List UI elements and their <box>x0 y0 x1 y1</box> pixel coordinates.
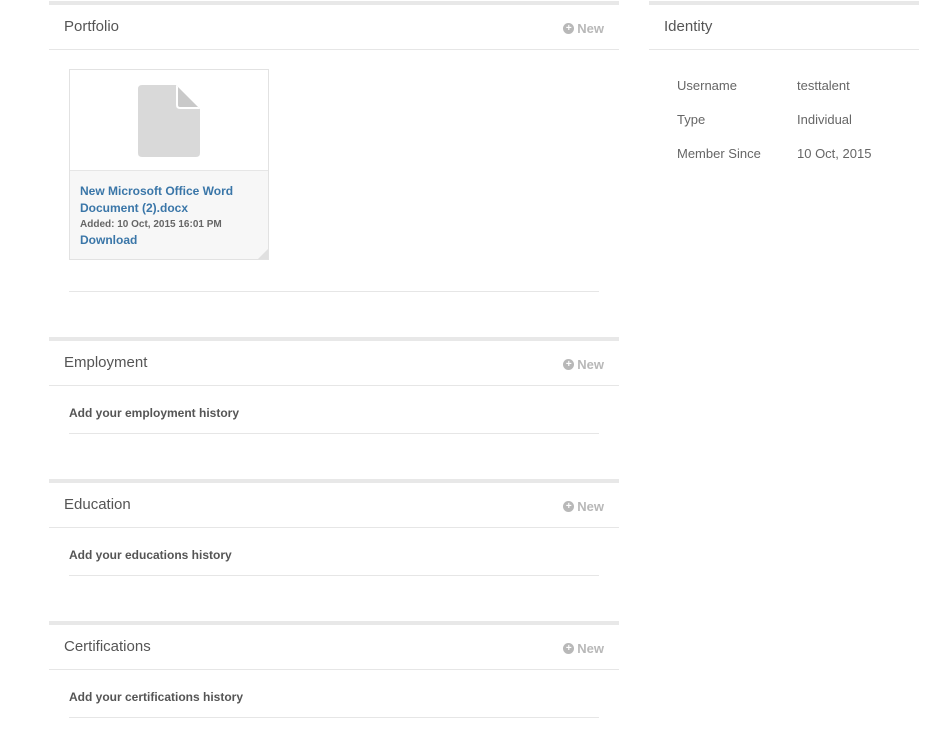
identity-member-since-label: Member Since <box>677 146 761 161</box>
certifications-title: Certifications <box>64 638 151 655</box>
employment-new-label: New <box>577 357 604 372</box>
identity-header: Identity <box>649 5 919 50</box>
certifications-header: Certifications + New <box>49 625 619 670</box>
certifications-new-button[interactable]: + New <box>563 641 604 656</box>
education-divider <box>69 575 599 576</box>
education-header: Education + New <box>49 483 619 528</box>
employment-panel: Employment + New Add your employment his… <box>49 337 619 477</box>
portfolio-file-card: New Microsoft Office Word Document (2).d… <box>69 69 269 260</box>
plus-circle-icon: + <box>563 501 575 512</box>
file-added-date: Added: 10 Oct, 2015 16:01 PM <box>80 219 222 230</box>
identity-type-label: Type <box>677 112 706 127</box>
plus-circle-icon: + <box>563 23 575 34</box>
card-corner-fold <box>258 249 268 259</box>
portfolio-new-label: New <box>577 21 604 36</box>
portfolio-divider <box>69 291 599 292</box>
certifications-new-label: New <box>577 641 604 656</box>
identity-panel: Identity Username testtalent Type Indivi… <box>649 1 919 205</box>
education-panel: Education + New Add your educations hist… <box>49 479 619 619</box>
certifications-panel: Certifications + New Add your certificat… <box>49 621 619 729</box>
education-empty-text: Add your educations history <box>69 548 232 562</box>
employment-title: Employment <box>64 354 148 371</box>
portfolio-new-button[interactable]: + New <box>563 21 604 36</box>
employment-divider <box>69 433 599 434</box>
identity-username-label: Username <box>677 78 737 93</box>
plus-circle-icon: + <box>563 643 575 654</box>
portfolio-header: Portfolio + New <box>49 5 619 50</box>
file-thumbnail[interactable] <box>70 70 268 171</box>
employment-empty-text: Add your employment history <box>69 406 240 420</box>
education-new-button[interactable]: + New <box>563 499 604 514</box>
employment-new-button[interactable]: + New <box>563 357 604 372</box>
file-download-link[interactable]: Download <box>80 233 258 247</box>
employment-header: Employment + New <box>49 341 619 386</box>
plus-circle-icon: + <box>563 359 575 370</box>
certifications-divider <box>69 717 599 718</box>
file-name-link[interactable]: New Microsoft Office Word Document (2).d… <box>80 183 258 217</box>
certifications-empty-text: Add your certifications history <box>69 690 244 704</box>
education-title: Education <box>64 496 131 513</box>
portfolio-panel: Portfolio + New New Microsoft Office Wor… <box>49 1 619 335</box>
file-info: New Microsoft Office Word Document (2).d… <box>70 171 268 247</box>
education-new-label: New <box>577 499 604 514</box>
identity-member-since-value: 10 Oct, 2015 <box>797 146 872 161</box>
portfolio-title: Portfolio <box>64 18 120 35</box>
identity-title: Identity <box>664 18 713 35</box>
identity-username-value: testtalent <box>797 78 850 93</box>
identity-type-value: Individual <box>797 112 852 127</box>
document-icon <box>138 85 200 157</box>
